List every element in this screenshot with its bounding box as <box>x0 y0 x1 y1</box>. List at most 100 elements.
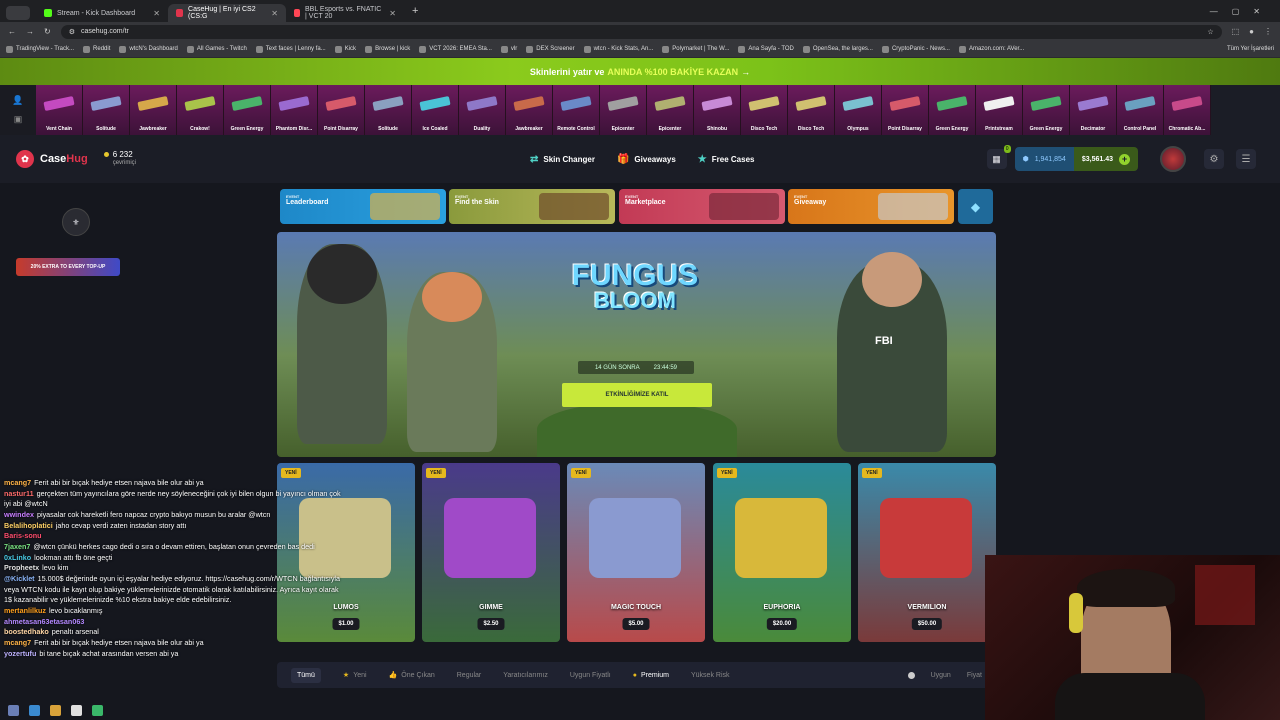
back-icon[interactable]: ← <box>8 27 16 36</box>
case-card-gimme[interactable]: YENİ GIMME $2.50 <box>422 463 560 642</box>
deposit-plus-icon[interactable]: + <box>1119 153 1130 165</box>
event-card-giveaway[interactable]: EVENT Giveaway <box>788 189 954 224</box>
drop-item[interactable]: Solitude <box>365 85 412 135</box>
case-card-magic-touch[interactable]: YENİ MAGIC TOUCH $5.00 <box>567 463 705 642</box>
forward-icon[interactable]: → <box>26 27 34 36</box>
drop-item[interactable]: Solitude <box>83 85 130 135</box>
filter-featured[interactable]: 👍 Öne Çıkan <box>389 671 435 680</box>
drop-item[interactable]: Epicenter <box>600 85 647 135</box>
menu-icon[interactable]: ⋮ <box>1264 27 1272 36</box>
casehug-logo[interactable]: ✿ CaseHug <box>16 150 88 168</box>
nav-skin-changer[interactable]: ⇄ Skin Changer <box>530 154 595 165</box>
filter-premium[interactable]: ● Premium <box>633 672 669 679</box>
bookmark-item[interactable]: Amazon.com: AVer... <box>958 45 1024 53</box>
drop-item[interactable]: Green Energy <box>929 85 976 135</box>
drop-item[interactable]: Vent Chain <box>36 85 83 135</box>
taskbar-app-icon[interactable] <box>50 704 61 716</box>
rewards-button[interactable]: ▦ 0 <box>986 145 1011 169</box>
drop-item[interactable]: Disco Tech <box>788 85 835 135</box>
bookmark-item[interactable]: wtcN's Dashboard <box>119 45 178 53</box>
filter-affordable[interactable]: Uygun Fiyatlı <box>570 672 611 679</box>
join-event-button[interactable]: ETKİNLİĞİMİZE KATIL <box>562 383 712 407</box>
filter-high-risk[interactable]: Yüksek Risk <box>691 672 730 679</box>
window-controls[interactable]: —▢✕ <box>1210 7 1280 16</box>
close-icon[interactable]: ✕ <box>271 9 278 18</box>
nav-free-cases[interactable]: ★ Free Cases <box>698 154 755 165</box>
tab-vct[interactable]: BBL Esports vs. FNATIC | VCT 20 ✕ <box>286 4 404 22</box>
bookmark-item[interactable]: CryptoPanic - News... <box>881 45 950 53</box>
bookmark-star-icon[interactable]: ☆ <box>1207 28 1213 36</box>
event-card-leaderboard[interactable]: EVENT Leaderboard <box>280 189 446 224</box>
user-avatar[interactable] <box>1160 146 1186 172</box>
case-card-vermilion[interactable]: YENİ VERMILION $50.00 <box>858 463 996 642</box>
site-info-icon[interactable]: ⚙ <box>69 28 75 36</box>
bookmark-item[interactable]: DEX Screener <box>526 45 575 53</box>
close-icon[interactable]: ✕ <box>153 9 160 18</box>
drop-item[interactable]: Duality <box>459 85 506 135</box>
drop-item[interactable]: Control Panel <box>1117 85 1164 135</box>
case-price[interactable]: $5.00 <box>622 618 650 630</box>
tab-kick-dashboard[interactable]: Stream - Kick Dashboard ✕ <box>36 4 168 22</box>
drop-item[interactable]: Olympus <box>835 85 882 135</box>
extensions-icon[interactable]: ⬚ <box>1232 27 1240 36</box>
filter-creators[interactable]: Yaratıcılarımız <box>503 672 548 679</box>
reload-icon[interactable]: ↻ <box>44 27 51 36</box>
toggle-icon[interactable] <box>907 671 915 679</box>
case-price[interactable]: $50.00 <box>911 618 943 630</box>
event-card-marketplace[interactable]: EVENT Marketplace <box>619 189 785 224</box>
tab-casehug[interactable]: CaseHug | En iyi CS2 (CS:G ✕ <box>168 4 286 22</box>
bookmark-item[interactable]: Reddit <box>83 45 110 53</box>
tab-search-icon[interactable] <box>6 6 30 20</box>
url-field[interactable]: ⚙ casehug.com/tr ☆ <box>60 24 1222 39</box>
drop-item[interactable]: Point Disarray <box>318 85 365 135</box>
sort-affordable[interactable]: Uygun <box>931 672 951 679</box>
event-card-find-the-skin[interactable]: EVENT Find the Skin <box>449 189 615 224</box>
windows-start-icon[interactable] <box>8 704 19 716</box>
taskbar-app-icon[interactable] <box>29 704 40 716</box>
bookmark-item[interactable]: Polymarket | The W... <box>662 45 729 53</box>
sort-price[interactable]: Fiyat <box>967 672 982 679</box>
profile-icon[interactable]: ● <box>1249 27 1254 36</box>
drop-item[interactable]: Crakow! <box>177 85 224 135</box>
drop-item[interactable]: Disco Tech <box>741 85 788 135</box>
bookmark-item[interactable]: vlr <box>500 45 517 53</box>
drop-item[interactable]: Printstream <box>976 85 1023 135</box>
deposit-promo-banner[interactable]: Skinlerini yatır ve ANINDA %100 BAKİYE K… <box>0 58 1280 85</box>
filter-all[interactable]: Tümü <box>291 667 321 683</box>
taskbar-app-icon[interactable] <box>92 704 103 716</box>
bookmark-item[interactable]: Kick <box>334 45 356 53</box>
case-price[interactable]: $20.00 <box>766 618 798 630</box>
nav-giveaways[interactable]: 🎁 Giveaways <box>617 154 676 165</box>
drop-item[interactable]: Point Disarray <box>882 85 929 135</box>
diamond-icon[interactable]: ◆ <box>958 189 993 224</box>
case-card-euphoria[interactable]: YENİ EUPHORIA $20.00 <box>713 463 851 642</box>
drop-item[interactable]: Shinobu <box>694 85 741 135</box>
drop-item[interactable]: Jawbreaker <box>506 85 553 135</box>
bookmark-item[interactable]: Browse | kick <box>365 45 410 53</box>
bookmark-item[interactable]: Text faces | Lenny fa... <box>255 45 326 53</box>
drop-item[interactable]: Remote Control <box>553 85 600 135</box>
taskbar-app-icon[interactable] <box>71 704 82 716</box>
drop-item[interactable]: Epicenter <box>647 85 694 135</box>
drop-item[interactable]: Chromatic Ab... <box>1164 85 1211 135</box>
settings-gear-icon[interactable]: ⚙ <box>1204 149 1224 169</box>
case-price[interactable]: $2.50 <box>477 618 505 630</box>
close-icon[interactable]: ✕ <box>389 9 396 18</box>
new-tab-button[interactable]: + <box>412 5 418 17</box>
all-bookmarks-folder[interactable]: Tüm Yer İşaretleri <box>1227 46 1274 52</box>
hamburger-menu-icon[interactable]: ☰ <box>1236 149 1256 169</box>
filter-regular[interactable]: Regular <box>457 672 482 679</box>
user-icon[interactable]: 👤 <box>12 95 23 106</box>
drop-item[interactable]: Green Energy <box>224 85 271 135</box>
drop-item[interactable]: Ice Coaled <box>412 85 459 135</box>
bookmark-item[interactable]: VCT 2026: EMEA Sta... <box>419 45 492 53</box>
bookmark-item[interactable]: wtcn - Kick Stats, An... <box>583 45 653 53</box>
drop-item[interactable]: Decimator <box>1070 85 1117 135</box>
bookmark-item[interactable]: OpenSea, the larges... <box>802 45 873 53</box>
drop-item[interactable]: Phantom Disr... <box>271 85 318 135</box>
bookmark-item[interactable]: Ana Sayfa - TOD <box>738 45 794 53</box>
bookmark-item[interactable]: All Games - Twitch <box>186 45 247 53</box>
drop-item[interactable]: Jawbreaker <box>130 85 177 135</box>
filter-new[interactable]: ★ Yeni <box>343 671 367 680</box>
bookmark-item[interactable]: TradingView - Track... <box>6 45 74 53</box>
